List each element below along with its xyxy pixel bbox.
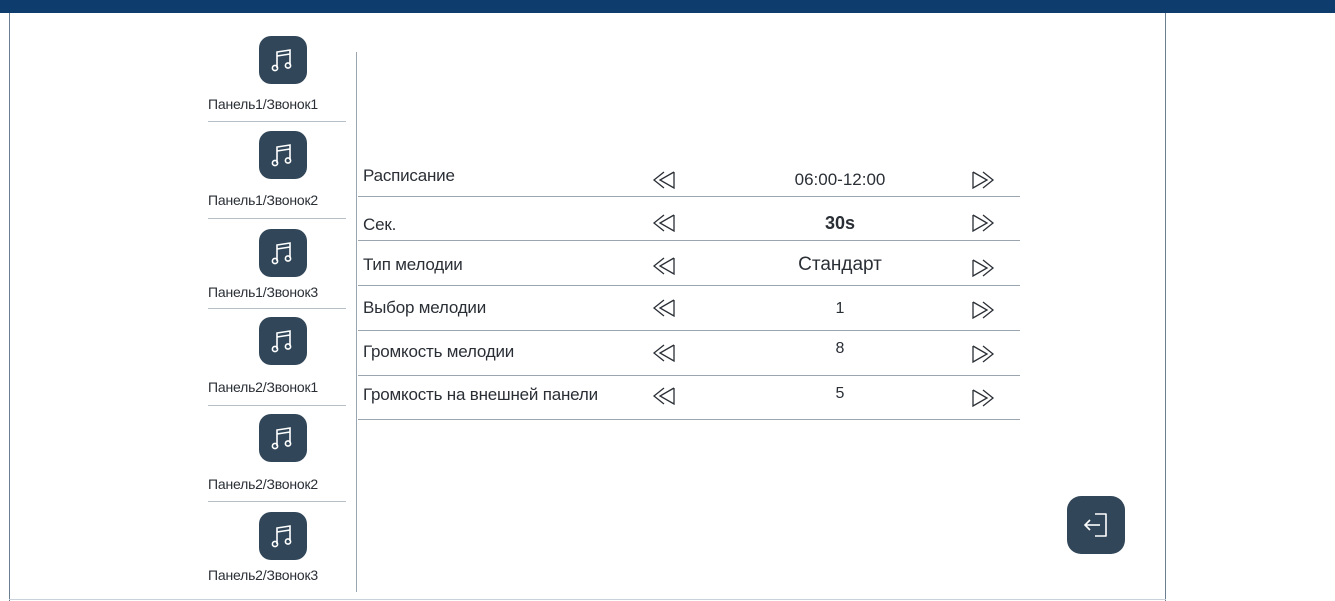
row-divider xyxy=(358,240,1020,241)
sidebar-item-panel2-ring2[interactable]: Панель2/Звонок2 xyxy=(208,414,349,498)
row-divider xyxy=(358,419,1020,420)
sidebar-divider-vertical xyxy=(356,52,357,592)
music-note-icon xyxy=(259,36,307,84)
double-chevron-right-icon[interactable] xyxy=(969,170,999,190)
row-divider xyxy=(358,285,1020,286)
row-divider xyxy=(358,196,1020,197)
double-chevron-right-icon[interactable] xyxy=(969,213,999,233)
setting-value-melody-volume: 8 xyxy=(835,340,845,357)
double-chevron-right-icon[interactable] xyxy=(969,388,999,408)
setting-label-melody-volume: Громкость мелодии xyxy=(363,342,515,361)
sidebar-divider xyxy=(208,405,346,406)
sidebar-divider xyxy=(208,218,346,219)
music-note-icon xyxy=(259,414,307,462)
music-note-icon xyxy=(259,512,307,560)
frame-border-bottom xyxy=(9,599,1166,600)
double-chevron-right-icon[interactable] xyxy=(969,344,999,364)
sidebar-divider xyxy=(208,308,346,309)
sidebar-item-label: Панель1/Звонок3 xyxy=(208,284,318,300)
setting-value-melody-type: Стандарт xyxy=(798,254,882,275)
sidebar-item-label: Панель2/Звонок1 xyxy=(208,379,318,395)
sidebar-divider xyxy=(208,121,346,122)
frame-border-right xyxy=(1165,13,1166,601)
top-bar xyxy=(0,0,1335,13)
music-note-icon xyxy=(259,317,307,365)
exit-button[interactable] xyxy=(1067,496,1125,554)
music-note-icon xyxy=(259,131,307,179)
setting-value-outdoor-volume: 5 xyxy=(835,385,845,402)
row-divider xyxy=(358,375,1020,376)
frame-border-left xyxy=(9,13,10,601)
double-chevron-left-icon[interactable] xyxy=(650,256,680,276)
double-chevron-left-icon[interactable] xyxy=(650,386,680,406)
sidebar-item-panel1-ring2[interactable]: Панель1/Звонок2 xyxy=(208,131,349,215)
sidebar-divider xyxy=(208,501,346,502)
sidebar-item-label: Панель2/Звонок3 xyxy=(208,567,318,583)
music-note-icon xyxy=(259,229,307,277)
setting-label-schedule: Расписание xyxy=(363,166,455,185)
double-chevron-left-icon[interactable] xyxy=(650,343,680,363)
sidebar-item-panel2-ring1[interactable]: Панель2/Звонок1 xyxy=(208,317,349,401)
setting-value-melody-select: 1 xyxy=(835,300,845,317)
setting-label-outdoor-volume: Громкость на внешней панели xyxy=(363,385,598,404)
double-chevron-left-icon[interactable] xyxy=(650,213,680,233)
setting-label-seconds: Сек. xyxy=(363,215,397,234)
sidebar-item-panel1-ring1[interactable]: Панель1/Звонок1 xyxy=(208,36,349,120)
sidebar-item-label: Панель1/Звонок2 xyxy=(208,192,318,208)
setting-value-schedule: 06:00-12:00 xyxy=(794,170,886,189)
setting-value-seconds: 30s xyxy=(824,213,856,233)
double-chevron-right-icon[interactable] xyxy=(969,258,999,278)
sidebar-item-label: Панель2/Звонок2 xyxy=(208,476,318,492)
double-chevron-left-icon[interactable] xyxy=(650,298,680,318)
row-divider xyxy=(358,330,1020,331)
setting-label-melody-select: Выбор мелодии xyxy=(363,298,487,317)
double-chevron-right-icon[interactable] xyxy=(969,300,999,320)
exit-icon xyxy=(1083,513,1107,537)
sidebar-item-panel2-ring3[interactable]: Панель2/Звонок3 xyxy=(208,512,349,596)
double-chevron-left-icon[interactable] xyxy=(650,170,680,190)
sidebar-item-panel1-ring3[interactable]: Панель1/Звонок3 xyxy=(208,229,349,313)
sidebar-item-label: Панель1/Звонок1 xyxy=(208,96,318,112)
setting-label-melody-type: Тип мелодии xyxy=(363,255,463,274)
